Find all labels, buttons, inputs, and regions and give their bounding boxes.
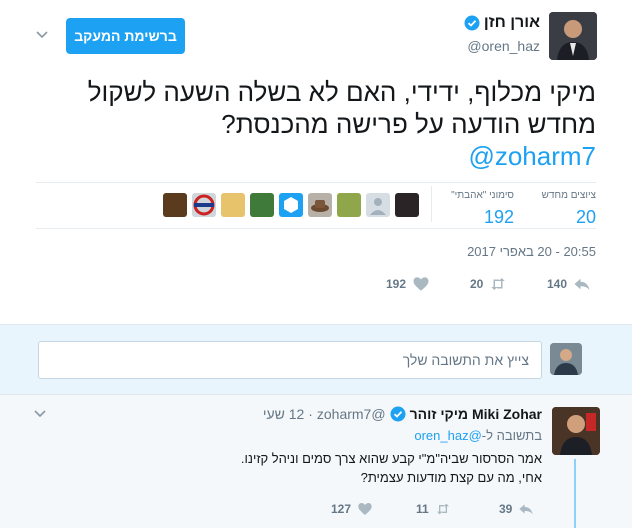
verified-badge-icon <box>464 15 480 31</box>
reply-tweet[interactable]: Miki Zohar מיקי זוהר @zoharm7 · 12 שעי ב… <box>0 394 632 528</box>
stats-separator <box>431 186 432 222</box>
reply-text-line: אחי, מה עם קצת מודעות עצמית? <box>360 470 542 485</box>
reply-action[interactable]: 140 <box>547 274 591 294</box>
liker-avatar[interactable] <box>395 193 419 217</box>
reply-text: אמר הסרסור שביה"מ"י קבע שהוא צרך סמים ונ… <box>82 449 542 487</box>
reply-text-line: אמר הסרסור שביה"מ"י קבע שהוא צרך סמים ונ… <box>240 451 542 466</box>
follow-status-button[interactable]: ברשימת המעקב <box>66 18 185 54</box>
retweet-icon[interactable] <box>435 501 451 517</box>
heart-icon[interactable] <box>412 275 430 293</box>
reply-count: 140 <box>547 277 568 291</box>
reply-author-name[interactable]: Miki Zohar מיקי זוהר <box>410 406 542 422</box>
liker-avatar[interactable] <box>221 193 245 217</box>
chevron-down-icon[interactable] <box>32 405 48 421</box>
divider <box>36 228 596 229</box>
thread-connector <box>574 459 576 528</box>
current-user-avatar <box>550 343 582 375</box>
tweet-text: מיקי מכלוף, ידידי, האם לא בשלה השעה לשקו… <box>87 77 596 139</box>
reply-author-handle[interactable]: @zoharm7 <box>317 406 386 422</box>
reply-reply-action[interactable]: 39 <box>499 499 534 519</box>
in-reply-handle-link[interactable]: @oren_haz <box>414 428 481 443</box>
reply-icon[interactable] <box>573 275 591 293</box>
liker-avatar[interactable] <box>337 193 361 217</box>
main-tweet: ברשימת המעקב אורן חזן @oren_haz מיקי מכל… <box>0 0 632 324</box>
author-avatar[interactable] <box>549 12 597 60</box>
retweet-count: 20 <box>470 277 484 291</box>
likers-avatars <box>163 193 419 217</box>
author-name[interactable]: אורן חזן <box>464 14 540 32</box>
heart-icon[interactable] <box>357 501 373 517</box>
reply-retweet-action[interactable]: 11 <box>416 499 451 519</box>
retweets-value: 20 <box>575 207 596 227</box>
likes-label: סימוני "אהבתי" <box>451 190 514 201</box>
reply-header: Miki Zohar מיקי זוהר @zoharm7 · 12 שעי <box>263 406 542 422</box>
liker-avatar[interactable] <box>192 193 216 217</box>
reply-like-action[interactable]: 127 <box>331 499 373 519</box>
likes-stat[interactable]: סימוני "אהבתי" 192 <box>451 190 514 228</box>
reply-time[interactable]: · 12 שעי <box>263 406 313 422</box>
liker-avatar[interactable] <box>279 193 303 217</box>
verified-badge-icon <box>390 406 406 422</box>
retweets-stat[interactable]: ציוצים מחדש 20 <box>542 190 596 228</box>
liker-avatar[interactable] <box>250 193 274 217</box>
reply-author-avatar[interactable] <box>552 407 600 455</box>
tweet-timestamp[interactable]: 20:55 - 20 באפרי 2017 <box>467 244 596 259</box>
reply-like-count: 127 <box>331 502 352 516</box>
divider <box>36 182 596 183</box>
author-handle[interactable]: @oren_haz <box>467 38 540 54</box>
retweets-label: ציוצים מחדש <box>541 190 596 201</box>
reply-composer: צייץ את התשובה שלך <box>0 324 632 394</box>
reply-input[interactable]: צייץ את התשובה שלך <box>38 341 542 379</box>
mention-link[interactable]: @zoharm7 <box>468 140 596 172</box>
author-name-text[interactable]: אורן חזן <box>484 14 540 32</box>
like-action[interactable]: 192 <box>386 274 430 294</box>
chevron-down-icon[interactable] <box>34 26 50 42</box>
in-reply-to: בתשובה ל-@oren_haz <box>414 428 542 443</box>
liker-avatar[interactable] <box>308 193 332 217</box>
retweet-action[interactable]: 20 <box>470 274 507 294</box>
liker-avatar[interactable] <box>163 193 187 217</box>
retweet-icon[interactable] <box>489 275 507 293</box>
liker-avatar[interactable] <box>366 193 390 217</box>
likes-value: 192 <box>483 207 514 227</box>
reply-reply-count: 39 <box>499 502 513 516</box>
in-reply-prefix: בתשובה ל- <box>481 428 542 443</box>
reply-retweet-count: 11 <box>416 502 429 516</box>
reply-icon[interactable] <box>518 501 534 517</box>
like-count: 192 <box>386 277 407 291</box>
